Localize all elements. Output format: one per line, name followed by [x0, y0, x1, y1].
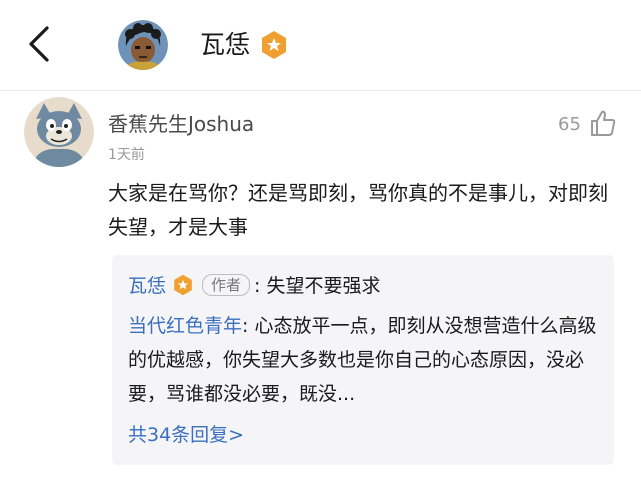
header-divider [0, 90, 641, 91]
comment-timestamp: 1天前 [108, 147, 145, 163]
cat-avatar-illustration [24, 97, 94, 167]
author-tag: 作者 [202, 273, 251, 296]
avatar-illustration [118, 20, 168, 70]
back-button[interactable] [18, 22, 62, 66]
top-header: 瓦恁 [0, 0, 641, 90]
comment-detail-screen: 瓦恁 香蕉先生Joshua 1天前 65 大家是在骂你？还是骂即刻，骂你真的不是… [0, 0, 641, 477]
reply-author-name[interactable]: 瓦恁 [128, 275, 166, 297]
view-more-replies-link[interactable]: 共34条回复> [128, 420, 244, 450]
comment-text: 大家是在骂你？还是骂即刻，骂你真的不是事儿，对即刻失望，才是大事 [108, 181, 608, 239]
author-name[interactable]: 瓦恁 [200, 27, 250, 63]
commenter-name[interactable]: 香蕉先生Joshua [108, 110, 254, 138]
reply-text: : 失望不要强求 [254, 275, 381, 297]
reply-author-name[interactable]: 当代红色青年 [128, 315, 242, 337]
like-count: 65 [558, 114, 581, 135]
verified-badge-icon [262, 31, 286, 59]
thumbs-up-icon[interactable] [588, 108, 618, 138]
author-avatar[interactable] [118, 20, 168, 70]
commenter-avatar[interactable] [24, 97, 94, 167]
reply-item: 瓦恁 作者: 失望不要强求 [128, 271, 380, 301]
chevron-left-icon [29, 26, 49, 62]
verified-badge-icon [174, 274, 192, 295]
reply-item: 当代红色青年: 心态放平一点，即刻从没想营造什么高级的优越感，你失望大多数也是你… [128, 309, 602, 411]
reply-preview-box[interactable]: 瓦恁 作者: 失望不要强求 当代红色青年: 心态放平一点，即刻从没想营造什么高级的… [112, 255, 614, 465]
